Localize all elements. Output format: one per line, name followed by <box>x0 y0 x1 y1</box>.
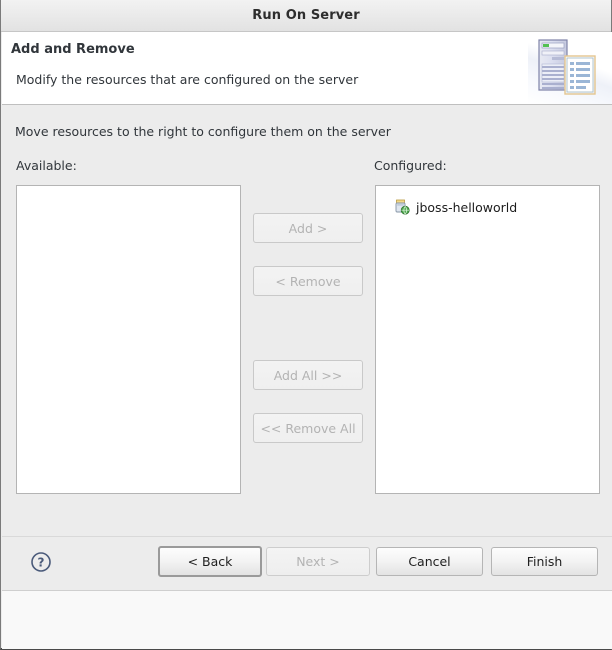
back-button[interactable]: < Back <box>158 546 262 577</box>
run-on-server-dialog: Run On Server Add and Remove Modify the … <box>0 0 612 650</box>
list-item[interactable]: jboss-helloworld <box>376 197 599 217</box>
page-title: Add and Remove <box>11 42 135 57</box>
configured-resources-list[interactable]: jboss-helloworld <box>375 185 600 494</box>
cancel-button[interactable]: Cancel <box>376 547 483 576</box>
help-question-icon[interactable]: ? <box>30 551 52 573</box>
add-all-button[interactable]: Add All >> <box>253 360 363 390</box>
add-button[interactable]: Add > <box>253 213 363 243</box>
web-module-icon <box>394 199 410 215</box>
instruction-text: Move resources to the right to configure… <box>15 124 391 139</box>
available-resources-list[interactable] <box>16 185 241 494</box>
wizard-header: Add and Remove Modify the resources that… <box>2 32 612 105</box>
dialog-title: Run On Server <box>252 8 360 23</box>
dialog-body: Move resources to the right to configure… <box>2 105 612 589</box>
remove-all-button[interactable]: << Remove All <box>253 413 363 443</box>
footer-strip <box>2 590 612 649</box>
finish-button[interactable]: Finish <box>491 547 598 576</box>
list-item-label: jboss-helloworld <box>416 199 518 215</box>
remove-button[interactable]: < Remove <box>253 266 363 296</box>
next-button[interactable]: Next > <box>266 547 370 576</box>
configured-label: Configured: <box>374 158 447 173</box>
svg-text:?: ? <box>38 556 45 570</box>
available-label: Available: <box>16 158 77 173</box>
dialog-titlebar: Run On Server <box>1 0 611 32</box>
page-description: Modify the resources that are configured… <box>16 72 359 87</box>
server-and-document-icon <box>528 32 612 104</box>
